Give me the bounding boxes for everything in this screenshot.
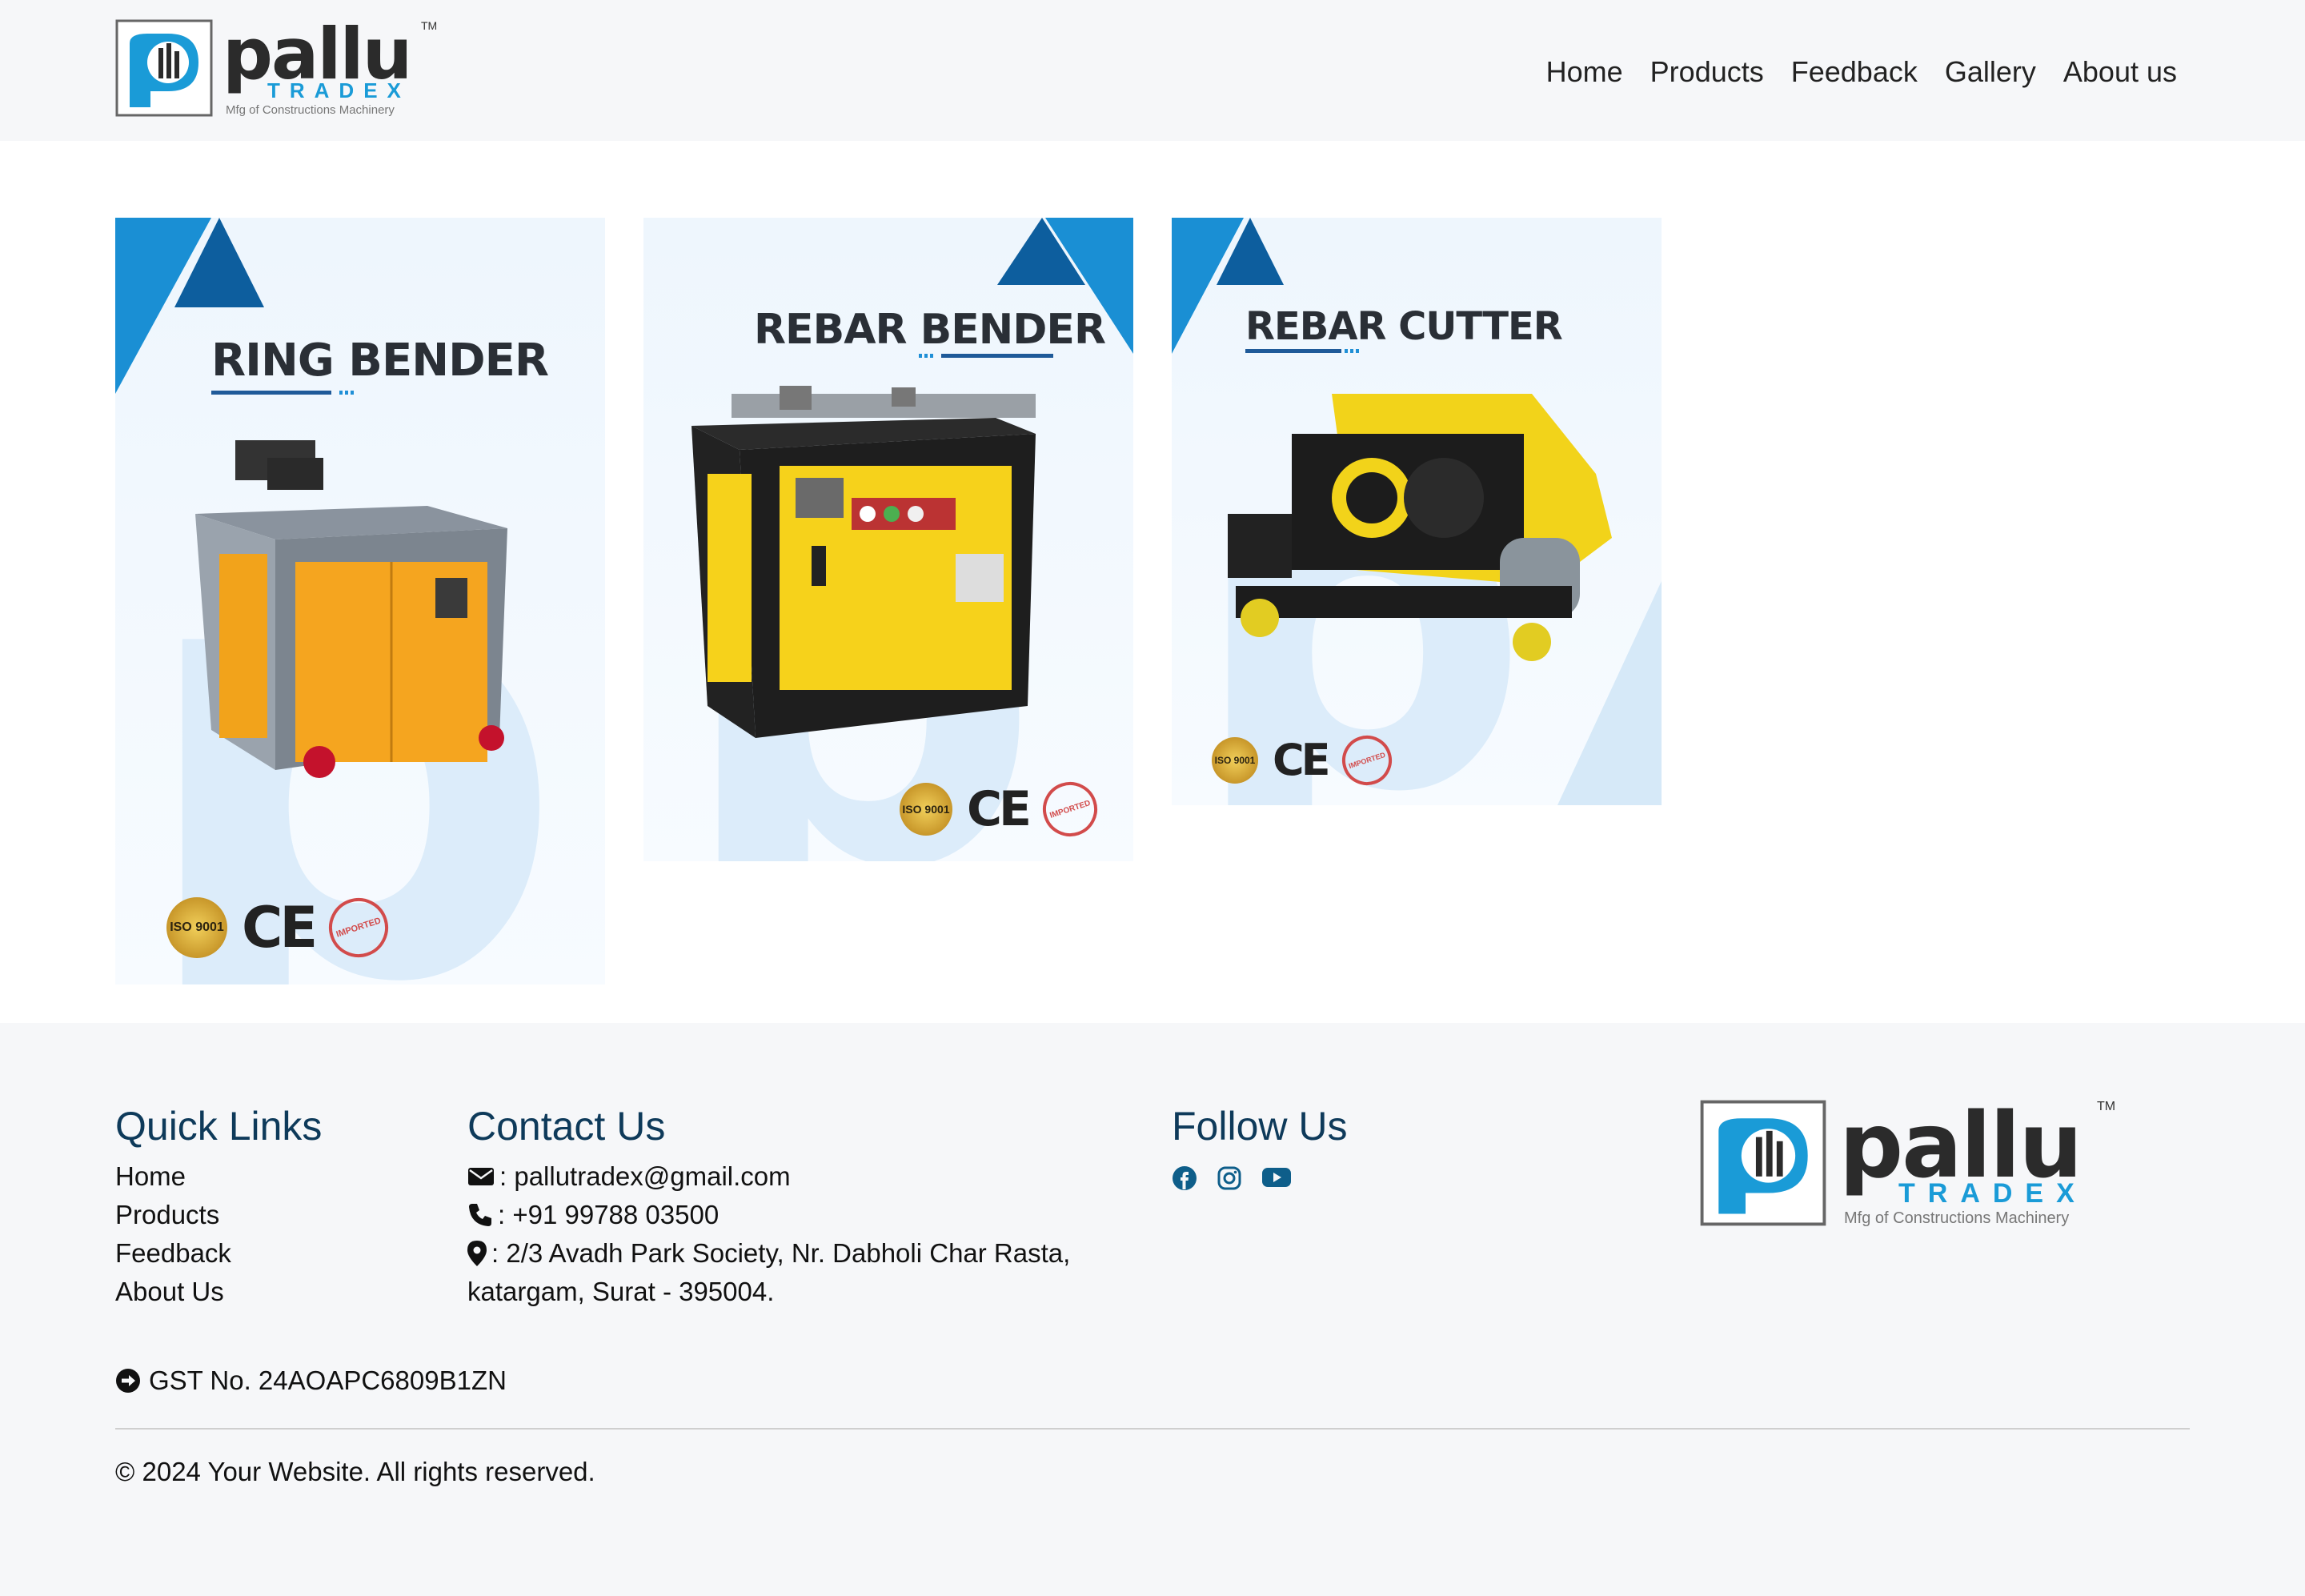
brand-tagline: Mfg of Constructions Machinery [226,103,395,117]
title-underline [211,391,331,395]
footer-link-products[interactable]: Products [115,1196,231,1234]
nav-feedback[interactable]: Feedback [1791,53,1918,91]
imported-stamp: IMPORTED [321,890,396,965]
nav-about-us[interactable]: About us [2063,53,2177,91]
footer-link-feedback[interactable]: Feedback [115,1234,231,1273]
cert-badges: ISO 9001 CE IMPORTED [166,890,396,965]
social-links [1172,1165,1292,1195]
site-header: pallu TM TRADEX Mfg of Constructions Mac… [0,0,2305,141]
brand-tm: TM [421,19,438,32]
instagram-icon[interactable] [1217,1165,1242,1195]
cert-badges: ISO 9001 CE IMPORTED [900,775,1104,844]
footer-link-about-us[interactable]: About Us [115,1273,231,1311]
contact-phone-row: : +91 99788 03500 [467,1196,1108,1234]
quick-links-list: Home Products Feedback About Us [115,1157,231,1311]
contact-address-line1: : 2/3 Avadh Park Society, Nr. Dabholi Ch… [491,1238,1071,1268]
product-card-rebar-cutter[interactable]: p REBAR CUTTER ISO 9001 CE IMPORTED [1172,218,1662,805]
rebar-bender-machine-image [692,386,1036,738]
product-card-rebar-bender[interactable]: p REBAR BENDER ISO 9001 CE IMPORTED [643,218,1133,861]
gst-number: GST No. 24AOAPC6809B1ZN [149,1365,507,1395]
contact-address-line2: katargam, Surat - 395004. [467,1277,775,1306]
title-dots [1345,349,1361,353]
brand-tm: TM [2097,1100,2116,1113]
ce-mark: CE [967,781,1032,837]
imported-stamp: IMPORTED [1335,728,1398,792]
imported-stamp: IMPORTED [1036,775,1104,844]
iso-badge: ISO 9001 [900,783,952,836]
product-title: REBAR CUTTER [1245,304,1563,349]
title-underline [941,354,1053,358]
rebar-cutter-machine-image [1228,394,1612,661]
phone-icon [469,1204,491,1226]
contact-address-row-2: katargam, Surat - 395004. [467,1273,1108,1311]
iso-badge: ISO 9001 [166,897,227,958]
contact-details: : pallutradex@gmail.com : +91 99788 0350… [467,1157,1108,1311]
iso-badge: ISO 9001 [1212,736,1258,784]
title-dots [919,354,935,358]
nav-gallery[interactable]: Gallery [1945,53,2036,91]
brand-sub: TRADEX [267,78,411,102]
copyright-text: © 2024 Your Website. All rights reserved… [115,1457,595,1486]
map-marker-icon [467,1241,487,1266]
envelope-icon [468,1168,494,1185]
logo-mark-icon [1700,1100,1826,1226]
footer-link-home[interactable]: Home [115,1157,231,1196]
quick-links-heading: Quick Links [115,1104,323,1149]
product-title: REBAR BENDER [754,306,1106,354]
follow-heading: Follow Us [1172,1104,1348,1149]
contact-address-row: : 2/3 Avadh Park Society, Nr. Dabholi Ch… [467,1234,1108,1273]
gst-number-row: GST No. 24AOAPC6809B1ZN [115,1365,507,1396]
product-title: RING BENDER [211,335,549,387]
footer-divider [115,1428,2190,1430]
brand-tagline: Mfg of Constructions Machinery [1844,1209,2070,1227]
youtube-icon[interactable] [1261,1165,1292,1195]
ce-mark: CE [242,895,318,960]
ce-mark: CE [1273,735,1331,785]
title-underline [1245,349,1341,353]
logo-mark-icon [115,19,213,117]
contact-heading: Contact Us [467,1104,666,1149]
site-footer: Quick Links Home Products Feedback About… [0,1023,2305,1596]
contact-email-row: : pallutradex@gmail.com [467,1157,1108,1196]
brand-sub: TRADEX [1898,1178,2087,1209]
arrow-circle-right-icon [116,1369,140,1393]
contact-phone[interactable]: : +91 99788 03500 [498,1196,719,1234]
nav-products[interactable]: Products [1650,53,1764,91]
cert-badges: ISO 9001 CE IMPORTED [1212,728,1398,792]
footer-brand-logo[interactable]: pallu TM TRADEX Mfg of Constructions Mac… [1700,1100,2116,1236]
product-card-ring-bender[interactable]: p RING BENDER ISO 9001 CE IMPORTED [115,218,605,984]
facebook-icon[interactable] [1172,1165,1197,1195]
brand-logo[interactable]: pallu TM TRADEX Mfg of Constructions Mac… [115,19,438,122]
contact-email[interactable]: : pallutradex@gmail.com [499,1157,791,1196]
main-nav: Home Products Feedback Gallery About us [1546,53,2177,91]
nav-home[interactable]: Home [1546,53,1623,91]
title-dots [339,391,355,395]
